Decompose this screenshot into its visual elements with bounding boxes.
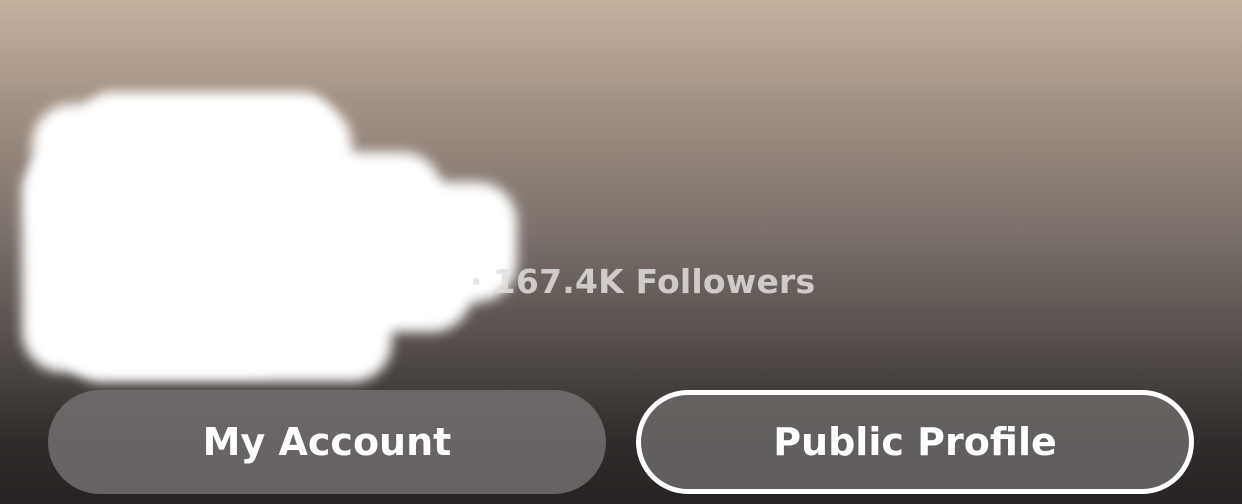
profile-header: · 167.4K Followers My Account Public Prof… [0,0,1242,504]
redacted-profile-info [22,92,522,397]
my-account-label: My Account [202,420,452,464]
stats-separator: · [470,262,483,301]
my-account-button[interactable]: My Account [48,390,606,494]
public-profile-button[interactable]: Public Profile [636,390,1194,494]
followers-text: 167.4K Followers [492,262,816,301]
public-profile-label: Public Profile [773,420,1057,464]
follower-count: · 167.4K Followers [470,262,815,301]
